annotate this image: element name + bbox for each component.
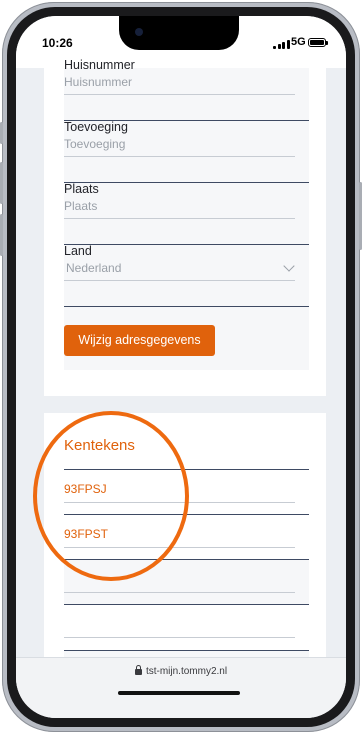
- highlight-circle: [33, 411, 189, 581]
- change-address-button[interactable]: Wijzig adresgegevens: [64, 325, 215, 356]
- battery-icon: [308, 38, 328, 47]
- addition-input[interactable]: Toevoeging: [64, 134, 295, 157]
- notch: [119, 16, 239, 50]
- city-field: Plaats Plaats: [64, 182, 309, 245]
- home-indicator[interactable]: [118, 691, 240, 695]
- address-form: Huisnummer Huisnummer Toevoeging Toevoeg…: [64, 58, 309, 370]
- front-camera: [135, 28, 143, 36]
- lock-icon: [134, 665, 142, 675]
- status-time: 10:26: [42, 36, 73, 50]
- country-select-value: Nederland: [66, 261, 122, 275]
- phone-frame: 10:26 5G Huisnummer Huisnummer Toevoegin…: [0, 2, 362, 732]
- country-label: Land: [64, 244, 92, 258]
- chevron-down-icon: [283, 260, 295, 272]
- addition-field: Toevoeging Toevoeging: [64, 120, 309, 183]
- network-type: 5G: [291, 36, 306, 48]
- url-display[interactable]: tst-mijn.tommy2.nl: [16, 665, 346, 677]
- volume-down-button: [0, 214, 3, 256]
- url-text: tst-mijn.tommy2.nl: [145, 666, 228, 677]
- city-input[interactable]: Plaats: [64, 196, 295, 219]
- plate-row: [64, 604, 309, 651]
- country-select[interactable]: Nederland: [64, 258, 295, 281]
- house-number-input[interactable]: Huisnummer: [64, 72, 295, 95]
- page-content: Huisnummer Huisnummer Toevoeging Toevoeg…: [16, 58, 346, 718]
- signal-icon: [273, 40, 290, 49]
- plate-input[interactable]: [64, 615, 295, 638]
- addition-label: Toevoeging: [64, 120, 128, 134]
- house-number-label: Huisnummer: [64, 58, 135, 72]
- power-button: [359, 182, 362, 250]
- country-field: Land Nederland: [64, 244, 309, 307]
- phone-bezel: 10:26 5G Huisnummer Huisnummer Toevoegin…: [7, 7, 355, 727]
- screen: 10:26 5G Huisnummer Huisnummer Toevoegin…: [16, 16, 346, 718]
- house-number-field: Huisnummer Huisnummer: [64, 58, 309, 121]
- city-label: Plaats: [64, 182, 99, 196]
- mute-switch: [0, 122, 3, 144]
- volume-up-button: [0, 162, 3, 204]
- address-card: Huisnummer Huisnummer Toevoeging Toevoeg…: [44, 58, 326, 396]
- browser-address-bar[interactable]: tst-mijn.tommy2.nl: [16, 657, 346, 718]
